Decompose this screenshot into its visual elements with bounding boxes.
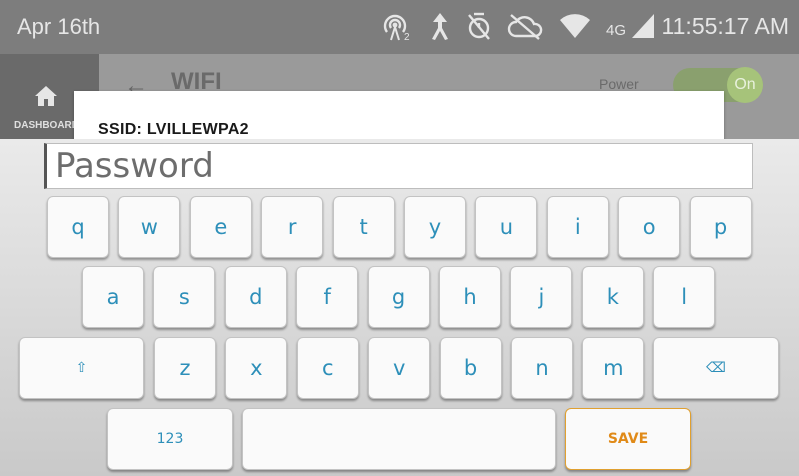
key-q[interactable]: q bbox=[47, 196, 109, 258]
nav-dashboard-label[interactable]: DASHBOARD bbox=[14, 120, 76, 131]
backspace-key[interactable]: ⌫ bbox=[653, 337, 779, 399]
status-time: 11:55:17 AM bbox=[661, 13, 789, 39]
wifi-password-dialog: SSID: LVILLEWPA2 bbox=[74, 91, 724, 141]
shift-key[interactable]: ⇧ bbox=[19, 337, 144, 399]
key-h[interactable]: h bbox=[439, 266, 501, 328]
key-w[interactable]: w bbox=[118, 196, 181, 258]
password-input[interactable] bbox=[47, 144, 752, 188]
key-e[interactable]: e bbox=[189, 196, 252, 258]
key-o[interactable]: o bbox=[618, 196, 681, 258]
key-k[interactable]: k bbox=[581, 266, 644, 328]
onscreen-keyboard: qwertyuiop asdfghjkl ⇧zxcvbnm⌫ 123 SAVE bbox=[0, 139, 799, 476]
power-toggle-knob: On bbox=[727, 67, 763, 103]
signal-icon bbox=[630, 12, 656, 40]
key-t[interactable]: t bbox=[332, 196, 395, 258]
key-j[interactable]: j bbox=[510, 266, 573, 328]
ssid-label: SSID: LVILLEWPA2 bbox=[98, 121, 249, 138]
key-m[interactable]: m bbox=[582, 337, 645, 399]
numbers-key[interactable]: 123 bbox=[107, 408, 233, 470]
key-g[interactable]: g bbox=[367, 266, 430, 328]
status-bar: Apr 16th 2 4G 11:55:17 AM bbox=[0, 0, 799, 54]
alarm-off-icon bbox=[466, 11, 492, 41]
key-c[interactable]: c bbox=[296, 337, 359, 399]
cloud-off-icon bbox=[506, 11, 544, 41]
hotspot-icon: 2 bbox=[380, 10, 414, 42]
key-p[interactable]: p bbox=[689, 196, 752, 258]
password-field[interactable] bbox=[44, 143, 753, 189]
key-n[interactable]: n bbox=[511, 337, 573, 399]
key-r[interactable]: r bbox=[261, 196, 324, 258]
key-v[interactable]: v bbox=[368, 337, 431, 399]
status-icons: 2 4G bbox=[380, 10, 656, 42]
network-type: 4G bbox=[606, 21, 627, 39]
directions-icon bbox=[428, 11, 452, 41]
save-key[interactable]: SAVE bbox=[565, 408, 691, 470]
svg-text:2: 2 bbox=[404, 32, 410, 42]
key-z[interactable]: z bbox=[154, 337, 216, 399]
key-i[interactable]: i bbox=[546, 196, 609, 258]
home-icon[interactable] bbox=[33, 84, 59, 113]
key-l[interactable]: l bbox=[653, 266, 716, 328]
status-date: Apr 16th bbox=[17, 14, 101, 39]
key-a[interactable]: a bbox=[82, 266, 144, 328]
key-y[interactable]: y bbox=[404, 196, 466, 258]
key-d[interactable]: d bbox=[224, 266, 287, 328]
key-s[interactable]: s bbox=[153, 266, 216, 328]
space-key[interactable] bbox=[242, 408, 556, 470]
key-u[interactable]: u bbox=[475, 196, 538, 258]
wifi-icon bbox=[558, 11, 592, 41]
key-x[interactable]: x bbox=[225, 337, 288, 399]
key-f[interactable]: f bbox=[296, 266, 359, 328]
key-b[interactable]: b bbox=[439, 337, 502, 399]
power-label: Power bbox=[599, 76, 639, 92]
